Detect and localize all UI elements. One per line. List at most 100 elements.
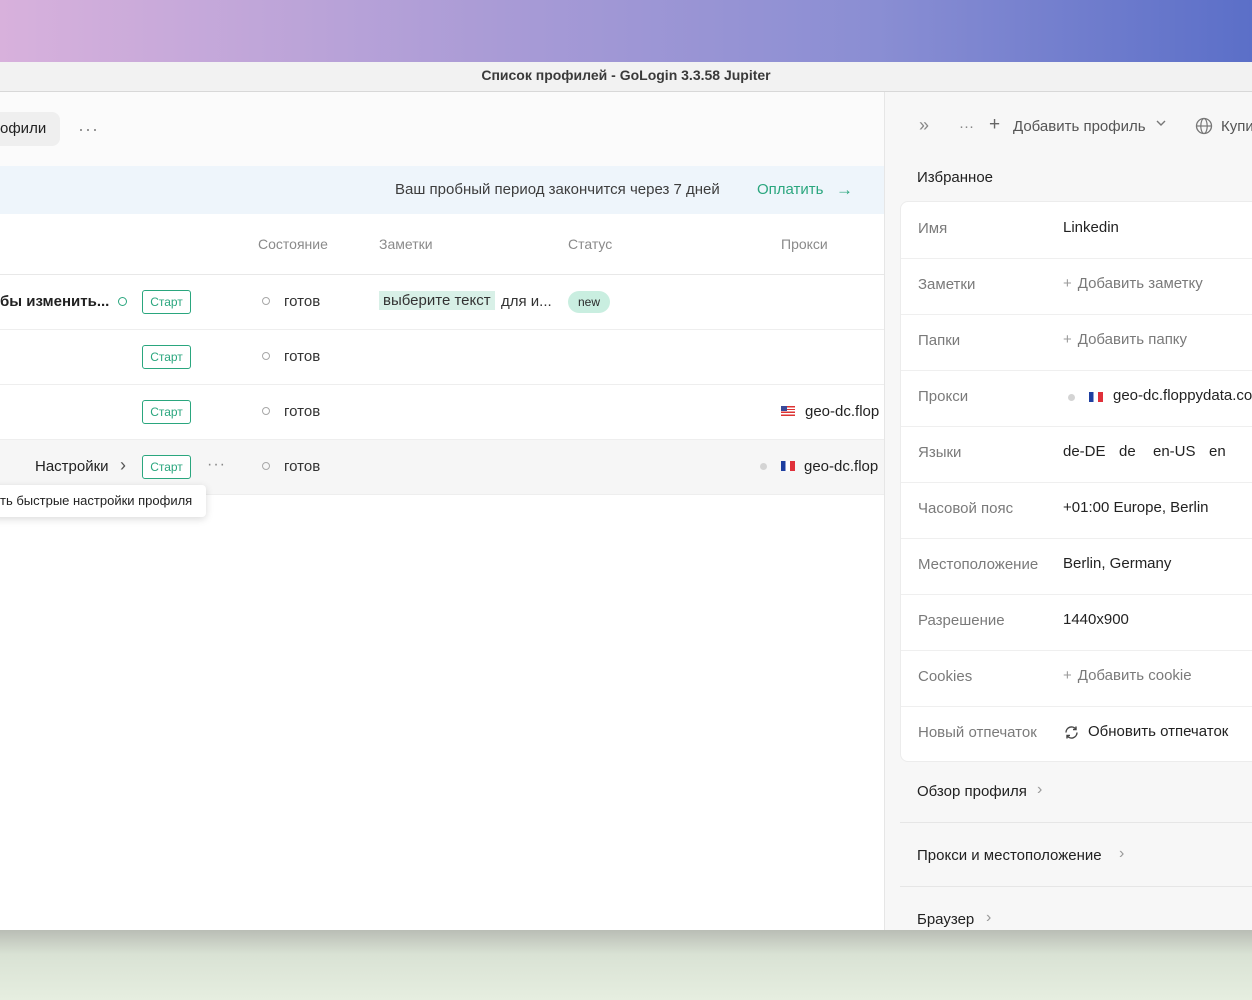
section-title: Прокси и местоположение [917, 847, 1102, 864]
plus-icon[interactable]: + [989, 114, 1000, 136]
field-notes[interactable]: Заметки + Добавить заметку [901, 258, 1252, 315]
proxy-value[interactable]: geo-dc.floppydata.co [1113, 387, 1252, 404]
trial-banner-text: Ваш пробный период закончится через 7 дн… [395, 181, 720, 198]
plus-icon: + [1063, 667, 1072, 684]
state-circle-icon [262, 462, 270, 470]
column-header-state[interactable]: Состояние [258, 214, 328, 274]
proxy-status-icon [760, 463, 767, 470]
add-cookie-label: Добавить cookie [1077, 667, 1192, 684]
start-button[interactable]: Старт [142, 345, 191, 369]
field-resolution[interactable]: Разрешение 1440x900 [901, 594, 1252, 651]
chevron-right-icon[interactable]: › [120, 455, 126, 476]
start-button[interactable]: Старт [142, 400, 191, 424]
section-proxy-location[interactable]: Прокси и местоположение › [900, 823, 1252, 887]
timezone-value[interactable]: +01:00 Europe, Berlin [1063, 499, 1209, 516]
language-chip[interactable]: en-US [1153, 443, 1196, 460]
proxy-text[interactable]: geo-dc.flop [805, 403, 879, 420]
table-row[interactable]: Старт готов geo-dc.flop [0, 385, 884, 440]
state-circle-icon [262, 352, 270, 360]
pay-link[interactable]: Оплатить [757, 166, 824, 214]
field-location[interactable]: Местоположение Berlin, Germany [901, 538, 1252, 595]
state-text: готов [284, 293, 321, 310]
state-text: готов [284, 348, 321, 365]
location-value[interactable]: Berlin, Germany [1063, 555, 1171, 572]
section-title: Браузер [917, 911, 975, 928]
field-cookies[interactable]: Cookies + Добавить cookie [901, 650, 1252, 707]
start-button[interactable]: Старт [142, 290, 191, 314]
collapse-panel-icon[interactable]: » [919, 115, 929, 136]
desktop-wallpaper-bottom [0, 930, 1252, 1000]
section-browser[interactable]: Браузер › [900, 887, 1252, 930]
globe-icon[interactable] [1195, 117, 1213, 139]
note-highlight[interactable]: выберите текст [379, 291, 495, 310]
proxy-text[interactable]: geo-dc.flop [804, 458, 878, 475]
profiles-main-area: офили ··· Ваш пробный период закончится … [0, 92, 884, 930]
field-label: Новый отпечаток [918, 724, 1037, 741]
panel-toolbar: » ··· + Добавить профиль Купи [885, 92, 1252, 158]
state-circle-icon [262, 297, 270, 305]
arrow-right-icon[interactable]: → [836, 166, 853, 214]
quick-settings-link[interactable]: Настройки [35, 458, 109, 475]
field-name[interactable]: Имя Linkedin [901, 202, 1252, 259]
field-label: Местоположение [918, 556, 1039, 573]
field-label: Прокси [918, 388, 969, 405]
add-cookie-button[interactable]: + Добавить cookie [1063, 667, 1192, 684]
add-folder-button[interactable]: + Добавить папку [1063, 331, 1187, 348]
field-label: Часовой пояс [918, 500, 1014, 517]
resolution-value[interactable]: 1440x900 [1063, 611, 1129, 628]
desktop-wallpaper-top [0, 0, 1252, 62]
fr-flag-icon [781, 461, 795, 471]
proxy-status-icon [1068, 394, 1075, 401]
note-text[interactable]: для и... [501, 293, 552, 310]
window-title: Список профилей - GoLogin 3.3.58 Jupiter [0, 62, 1252, 92]
add-note-button[interactable]: + Добавить заметку [1063, 275, 1203, 292]
add-profile-button[interactable]: Добавить профиль [1013, 118, 1146, 135]
profile-details-panel: » ··· + Добавить профиль Купи Избранное … [884, 92, 1252, 930]
field-label: Папки [918, 332, 961, 349]
field-label: Cookies [918, 668, 973, 685]
column-header-status[interactable]: Статус [568, 214, 612, 274]
table-row[interactable]: Старт готов [0, 330, 884, 385]
tab-profiles[interactable]: офили [0, 112, 61, 146]
column-header-notes[interactable]: Заметки [379, 214, 433, 274]
section-title: Обзор профиля [917, 783, 1027, 800]
language-chip[interactable]: en [1209, 443, 1226, 460]
table-header: Состояние Заметки Статус Прокси [0, 214, 884, 275]
profile-name[interactable]: бы изменить... [0, 293, 109, 310]
refresh-fingerprint-button[interactable]: Обновить отпечаток [1088, 723, 1228, 740]
profile-name-value[interactable]: Linkedin [1063, 219, 1119, 236]
field-fingerprint[interactable]: Новый отпечаток Обновить отпечаток [901, 706, 1252, 762]
favorites-title: Избранное [917, 169, 994, 186]
field-proxy[interactable]: Прокси geo-dc.floppydata.co [901, 370, 1252, 427]
app-window: Список профилей - GoLogin 3.3.58 Jupiter… [0, 62, 1252, 930]
field-timezone[interactable]: Часовой пояс +01:00 Europe, Berlin [901, 482, 1252, 539]
language-chip[interactable]: de-DE [1063, 443, 1106, 460]
toolbar: офили ··· [0, 92, 884, 166]
field-label: Разрешение [918, 612, 1005, 629]
field-label: Языки [918, 444, 962, 461]
column-header-proxy[interactable]: Прокси [781, 214, 828, 274]
quick-settings-tooltip: ть быстрые настройки профиля [0, 485, 207, 517]
row-more-icon[interactable]: ··· [207, 456, 226, 474]
state-text: готов [284, 458, 321, 475]
status-badge[interactable]: new [568, 291, 610, 313]
fr-flag-icon [1089, 392, 1103, 402]
start-button[interactable]: Старт [142, 455, 191, 479]
table-row[interactable]: бы изменить... Старт готов выберите текс… [0, 275, 884, 330]
chevron-down-icon[interactable] [1155, 116, 1167, 133]
field-languages[interactable]: Языки de-DE de en-US en [901, 426, 1252, 483]
chevron-right-icon: › [1037, 781, 1043, 798]
buy-proxy-button[interactable]: Купи [1221, 118, 1252, 135]
field-folders[interactable]: Папки + Добавить папку [901, 314, 1252, 371]
add-note-label: Добавить заметку [1077, 275, 1203, 292]
add-folder-label: Добавить папку [1077, 331, 1188, 348]
field-label: Заметки [918, 276, 976, 293]
plus-icon: + [1063, 275, 1072, 292]
us-flag-icon [781, 406, 795, 416]
section-profile-overview[interactable]: Обзор профиля › [900, 759, 1252, 823]
panel-more-icon[interactable]: ··· [959, 118, 974, 135]
more-menu-icon[interactable]: ··· [78, 112, 99, 146]
refresh-icon[interactable] [1063, 724, 1080, 745]
language-chip[interactable]: de [1119, 443, 1136, 460]
favorites-card: Имя Linkedin Заметки + Добавить заметку П… [900, 201, 1252, 762]
